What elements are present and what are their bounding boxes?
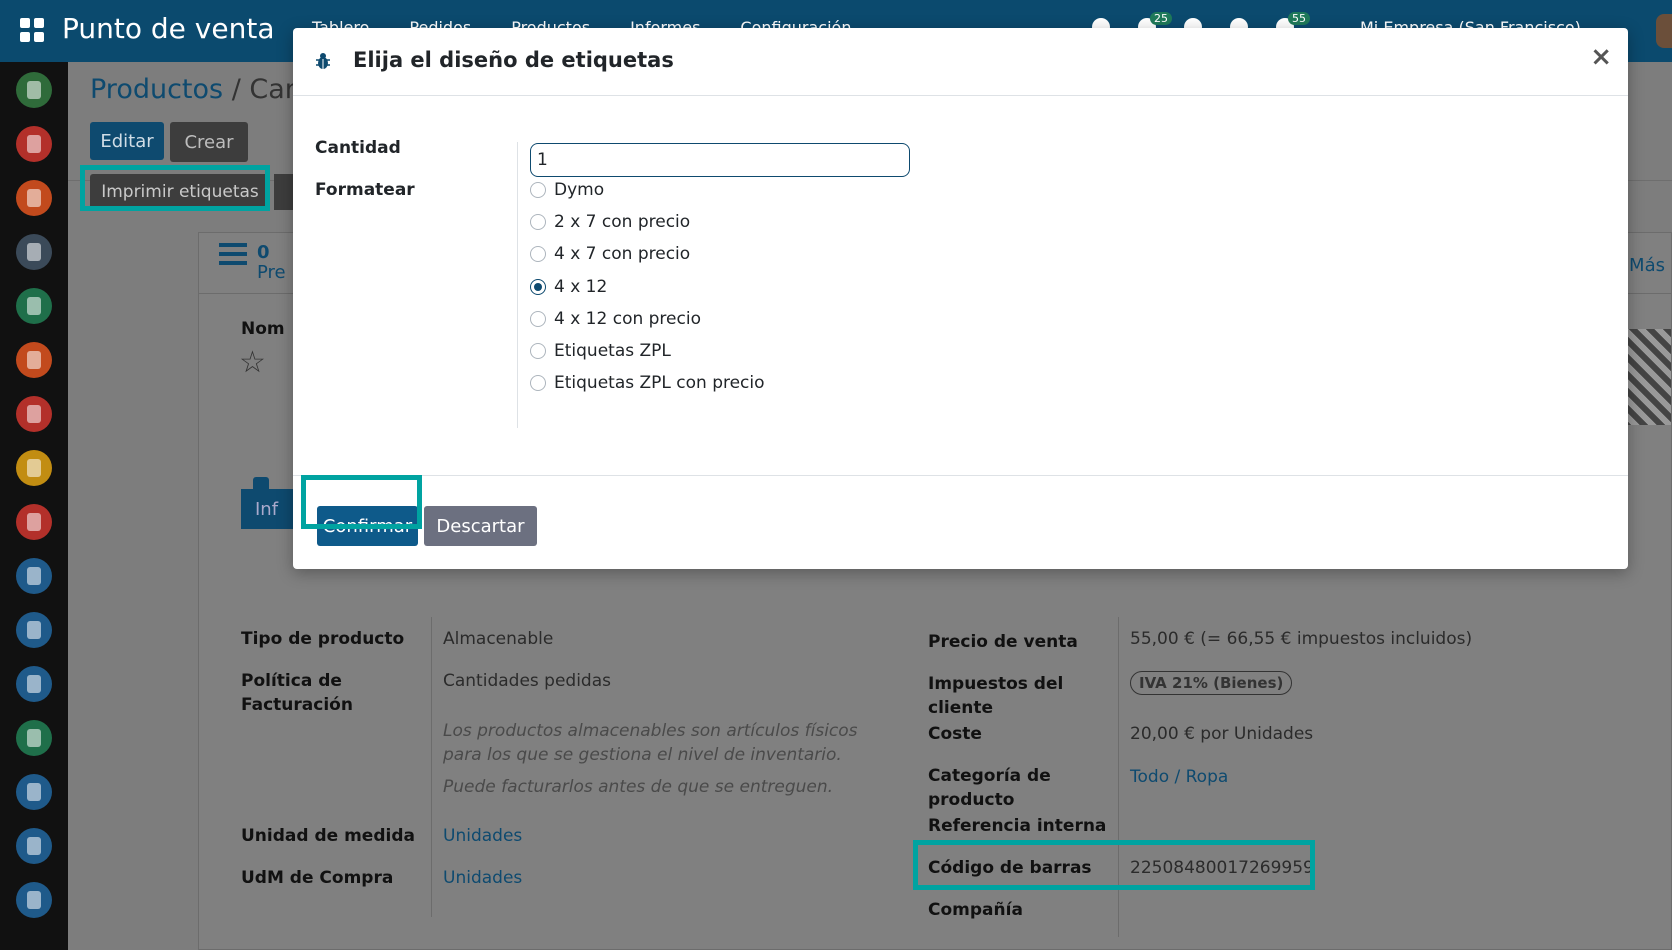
format-option-label: 2 x 7 con precio [554,212,691,232]
stat-value: 0 [257,242,270,263]
uom-value[interactable]: Unidades [443,824,522,848]
format-option-dymo[interactable]: Dymo [530,180,604,200]
name-label: Nom [241,319,285,339]
product-image [1623,329,1671,425]
sidebar-app-icon[interactable] [16,72,52,108]
sidebar-app-icon[interactable] [16,396,52,432]
invoice-policy-help: Puede facturarlos antes de que se entreg… [443,777,834,797]
company-label: Compañía [928,900,1023,920]
discard-button[interactable]: Descartar [424,506,537,546]
quantity-label: Cantidad [315,138,401,158]
format-option-label: Etiquetas ZPL con precio [554,373,765,393]
dialog-header: Elija el diseño de etiquetas × [293,28,1628,96]
sale-price-value: 55,00 € (= 66,55 € impuestos incluidos) [1130,629,1473,649]
breadcrumb-separator: / [231,74,241,105]
bug-icon [316,53,330,69]
format-option-zpl-price[interactable]: Etiquetas ZPL con precio [530,373,765,393]
product-type-label: Tipo de producto [241,629,405,649]
customer-tax-tag: IVA 21% (Bienes) [1130,671,1293,695]
stat-button[interactable]: 0 Pre [219,243,286,283]
format-option-label: 4 x 7 con precio [554,244,691,264]
breadcrumb: Productos / Cam [90,74,311,105]
cost-value: 20,00 € por Unidades [1130,724,1314,744]
edit-button[interactable]: Editar [90,122,164,160]
invoice-policy-value: Cantidades pedidas [443,671,611,691]
form-divider [517,142,518,428]
purchase-uom-value[interactable]: Unidades [443,866,522,890]
format-option-4x12-price[interactable]: 4 x 12 con precio [530,309,701,329]
dialog-title: Elija el diseño de etiquetas [353,48,674,72]
left-column-divider [431,617,432,917]
create-button[interactable]: Crear [170,122,248,162]
sidebar-app-icon[interactable] [16,666,52,702]
stat-label: Pre [257,262,286,283]
close-icon[interactable]: × [1590,42,1612,72]
format-option-4x12[interactable]: 4 x 12 [530,277,607,297]
sidebar-app-icon[interactable] [16,558,52,594]
sidebar-app-icon[interactable] [16,450,52,486]
sidebar-app-icon[interactable] [16,126,52,162]
uom-label: Unidad de medida [241,826,415,846]
sidebar-app-icon[interactable] [16,828,52,864]
radio-icon[interactable] [530,375,546,391]
sidebar-app-icon[interactable] [16,612,52,648]
radio-icon[interactable] [530,182,546,198]
sidebar-app-icon[interactable] [16,288,52,324]
tab-general-info[interactable]: Inf [241,489,301,529]
internal-ref-label: Referencia interna [928,816,1107,836]
more-button[interactable]: Más [1629,255,1665,276]
activities-badge: 55 [1288,12,1310,25]
sidebar-app-icon[interactable] [16,882,52,918]
sidebar-app-icon[interactable] [16,180,52,216]
app-sidebar [0,62,68,950]
print-dropdown-button[interactable] [274,174,294,210]
format-option-label: Etiquetas ZPL [554,341,671,361]
format-option-4x7-price[interactable]: 4 x 7 con precio [530,244,690,264]
confirm-highlight [301,475,422,529]
format-option-zpl[interactable]: Etiquetas ZPL [530,341,671,361]
radio-icon[interactable] [530,214,546,230]
breadcrumb-root[interactable]: Productos [90,74,223,105]
radio-icon[interactable] [530,311,546,327]
radio-icon[interactable] [530,343,546,359]
radio-selected-icon[interactable] [530,279,546,295]
dialog-footer-divider [293,475,1628,476]
product-type-help: Los productos almacenables son artículos… [443,721,858,765]
format-option-label: 4 x 12 con precio [554,309,701,329]
apps-menu-icon[interactable] [20,18,44,42]
list-icon [219,243,247,265]
sidebar-app-icon[interactable] [16,774,52,810]
app-brand[interactable]: Punto de venta [62,12,274,45]
customer-taxes-label: Impuestos del cliente [928,674,1064,718]
category-label: Categoría de producto [928,766,1051,810]
label-layout-dialog: Elija el diseño de etiquetas × Cantidad … [293,28,1628,569]
favorite-star-icon[interactable]: ☆ [239,345,266,380]
purchase-uom-label: UdM de Compra [241,868,394,888]
sale-price-label: Precio de venta [928,632,1078,652]
format-option-2x7-price[interactable]: 2 x 7 con precio [530,212,690,232]
messages-badge: 25 [1150,12,1172,25]
barcode-highlight [913,840,1315,890]
quantity-input[interactable] [530,143,910,177]
format-option-label: Dymo [554,180,605,200]
format-label: Formatear [315,180,415,200]
sidebar-app-icon[interactable] [16,342,52,378]
format-option-label: 4 x 12 [554,277,608,297]
user-avatar[interactable] [1656,14,1672,48]
sidebar-app-icon[interactable] [16,234,52,270]
product-type-value: Almacenable [443,629,554,649]
sidebar-app-icon[interactable] [16,504,52,540]
cost-label: Coste [928,724,982,744]
radio-icon[interactable] [530,246,546,262]
print-labels-highlight [80,165,270,211]
sidebar-app-icon[interactable] [16,720,52,756]
invoice-policy-label: Política de Facturación [241,671,353,715]
category-value[interactable]: Todo / Ropa [1130,765,1228,789]
